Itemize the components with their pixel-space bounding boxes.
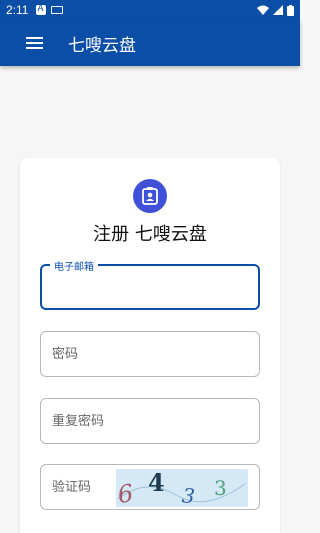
email-input[interactable] bbox=[53, 266, 243, 308]
register-avatar bbox=[133, 179, 167, 213]
signal-icon bbox=[273, 5, 283, 15]
confirm-password-field[interactable] bbox=[40, 398, 260, 444]
status-bar: 2:11 bbox=[0, 0, 300, 20]
wifi-icon bbox=[257, 5, 269, 15]
menu-button[interactable] bbox=[14, 20, 54, 66]
register-title: 注册 七嗖云盘 bbox=[93, 224, 207, 245]
captcha-char: 3 bbox=[214, 476, 227, 500]
hamburger-menu-icon bbox=[25, 37, 43, 49]
captcha-field[interactable]: 6 4 3 3 bbox=[40, 464, 260, 510]
contact-badge-icon bbox=[142, 187, 158, 205]
captcha-char: 6 bbox=[116, 479, 135, 507]
app-bar: 七嗖云盘 bbox=[0, 20, 300, 66]
captcha-input[interactable] bbox=[52, 465, 116, 509]
status-time: 2:11 bbox=[6, 3, 29, 17]
battery-icon bbox=[287, 4, 294, 16]
notification-a-icon bbox=[36, 3, 47, 15]
keyboard-icon bbox=[51, 6, 64, 14]
password-field[interactable] bbox=[40, 331, 260, 377]
email-field[interactable]: 电子邮箱 bbox=[40, 258, 260, 310]
captcha-char: 4 bbox=[148, 469, 165, 497]
captcha-image[interactable]: 6 4 3 3 bbox=[116, 469, 248, 507]
app-title: 七嗖云盘 bbox=[68, 35, 136, 56]
confirm-password-input[interactable] bbox=[52, 399, 242, 443]
register-card: 注册 七嗖云盘 电子邮箱 6 4 3 3 bbox=[20, 158, 280, 533]
captcha-char: 3 bbox=[181, 483, 196, 507]
password-input[interactable] bbox=[52, 332, 242, 376]
